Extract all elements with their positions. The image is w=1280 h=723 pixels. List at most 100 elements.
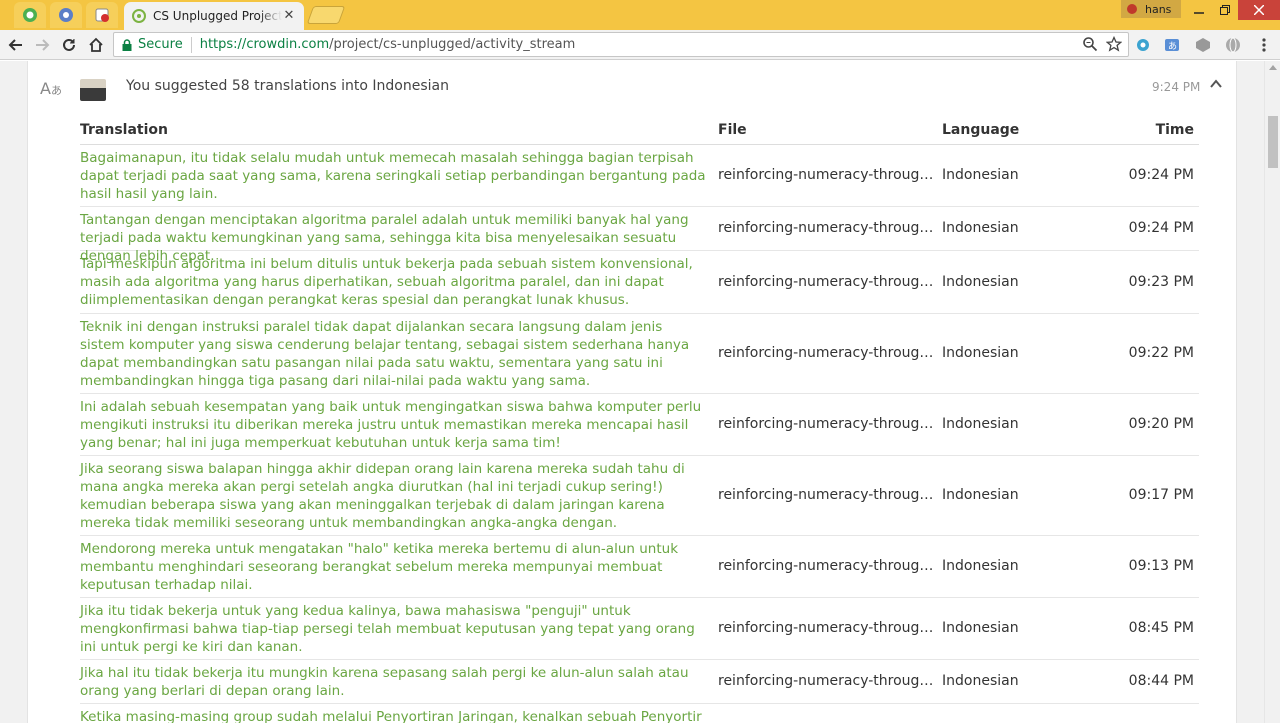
time-value: 09:22 PM <box>1128 345 1194 361</box>
profile-name: hans <box>1145 2 1172 16</box>
browser-toolbar: Secure https:// crowdin.com /project/cs-… <box>0 30 1280 60</box>
lock-icon <box>122 38 132 51</box>
translation-link[interactable]: Teknik ini dengan instruksi paralel tida… <box>80 318 710 390</box>
language-value: Indonesian <box>942 274 1019 290</box>
svg-text:あ: あ <box>1168 41 1177 52</box>
time-value: 08:45 PM <box>1128 620 1194 636</box>
pinned-tab-1[interactable] <box>14 2 46 28</box>
arrow-right-icon <box>36 39 50 51</box>
profile-icon <box>1127 4 1137 14</box>
file-name[interactable]: reinforcing-numeracy-through-a... <box>718 620 936 636</box>
language-value: Indonesian <box>942 487 1019 503</box>
pinned-tab-2[interactable] <box>50 2 82 28</box>
translation-link[interactable]: Jika hal itu tidak bekerja itu mungkin k… <box>80 664 710 700</box>
extension-gear-icon[interactable] <box>1135 37 1151 53</box>
table-row[interactable]: Jika seorang siswa balapan hingga akhir … <box>80 456 1199 536</box>
page-viewport: Aあ You suggested 58 translations into In… <box>0 61 1264 723</box>
table-row[interactable]: Mendorong mereka untuk mengatakan "halo"… <box>80 536 1199 598</box>
app-icon <box>59 8 73 22</box>
header-file: File <box>718 122 747 138</box>
url-scheme: https:// <box>199 37 247 52</box>
restore-button[interactable] <box>1212 0 1238 20</box>
table-row[interactable]: Bagaimanapun, itu tidak selalu mudah unt… <box>80 145 1199 207</box>
table-row[interactable]: Jika hal itu tidak bekerja itu mungkin k… <box>80 660 1199 704</box>
home-button[interactable] <box>85 34 107 56</box>
table-row[interactable]: Teknik ini dengan instruksi paralel tida… <box>80 314 1199 394</box>
restore-icon <box>1220 5 1230 15</box>
file-name[interactable]: reinforcing-numeracy-through-a... <box>718 673 936 689</box>
table-row[interactable]: Tapi meskipun algoritma ini belum dituli… <box>80 251 1199 314</box>
language-value: Indonesian <box>942 345 1019 361</box>
language-value: Indonesian <box>942 673 1019 689</box>
minimize-icon <box>1194 12 1204 14</box>
file-name[interactable]: reinforcing-numeracy-through-a... <box>718 345 936 361</box>
close-tab-icon[interactable]: ✕ <box>282 9 296 23</box>
app-icon <box>95 8 109 22</box>
reload-button[interactable] <box>58 34 80 56</box>
new-tab-button[interactable] <box>306 6 346 24</box>
header-time: Time <box>1155 122 1194 138</box>
table-row[interactable]: Jika itu tidak bekerja untuk yang kedua … <box>80 598 1199 660</box>
minimize-button[interactable] <box>1186 0 1212 20</box>
file-name[interactable]: reinforcing-numeracy-through-a... <box>718 220 936 236</box>
crowdin-favicon <box>132 9 146 23</box>
window-close-button[interactable] <box>1238 0 1280 20</box>
translation-link[interactable]: Tapi meskipun algoritma ini belum dituli… <box>80 255 710 309</box>
avatar[interactable] <box>80 79 106 101</box>
zoom-icon[interactable] <box>1082 36 1098 52</box>
translation-link[interactable]: Ketika masing-masing group sudah melalui… <box>80 708 710 723</box>
file-name[interactable]: reinforcing-numeracy-through-a... <box>718 558 936 574</box>
activity-time: 9:24 PM <box>1152 80 1201 94</box>
reload-icon <box>63 38 75 51</box>
table-row[interactable]: Tantangan dengan menciptakan algoritma p… <box>80 207 1199 264</box>
star-icon[interactable] <box>1106 36 1122 52</box>
language-value: Indonesian <box>942 620 1019 636</box>
secure-label: Secure <box>138 37 183 52</box>
table-body: Bagaimanapun, itu tidak selalu mudah unt… <box>80 145 1199 723</box>
header-language: Language <box>942 122 1020 138</box>
time-value: 08:44 PM <box>1128 673 1194 689</box>
translation-link[interactable]: Jika itu tidak bekerja untuk yang kedua … <box>80 602 710 656</box>
table-row[interactable]: Ketika masing-masing group sudah melalui… <box>80 704 1199 723</box>
file-name[interactable]: reinforcing-numeracy-through-a... <box>718 487 936 503</box>
table-row[interactable]: Ini adalah sebuah kesempatan yang baik u… <box>80 394 1199 456</box>
header-translation: Translation <box>80 122 168 138</box>
translate-icon: Aあ <box>40 79 62 98</box>
scrollbar-thumb[interactable] <box>1268 116 1278 168</box>
address-bar[interactable]: Secure https:// crowdin.com /project/cs-… <box>113 32 1129 57</box>
app-icon <box>23 8 37 22</box>
file-name[interactable]: reinforcing-numeracy-through-a... <box>718 274 936 290</box>
scroll-up-icon[interactable] <box>1269 65 1277 70</box>
time-value: 09:23 PM <box>1128 274 1194 290</box>
profile-chip[interactable]: hans <box>1121 0 1181 18</box>
translation-link[interactable]: Mendorong mereka untuk mengatakan "halo"… <box>80 540 710 594</box>
language-value: Indonesian <box>942 167 1019 183</box>
forward-button[interactable] <box>31 34 53 56</box>
language-value: Indonesian <box>942 558 1019 574</box>
pinned-tab-3[interactable] <box>86 2 118 28</box>
time-value: 09:24 PM <box>1128 167 1194 183</box>
url-host: crowdin.com <box>246 37 330 52</box>
menu-kebab-icon[interactable] <box>1256 37 1272 53</box>
file-name[interactable]: reinforcing-numeracy-through-a... <box>718 416 936 432</box>
tab-title: CS Unplugged Project Activity Stream <box>153 9 282 23</box>
extension-translate-icon[interactable]: あ <box>1164 37 1180 53</box>
divider <box>190 36 192 53</box>
back-button[interactable] <box>5 34 27 56</box>
language-value: Indonesian <box>942 220 1019 236</box>
chevron-up-icon[interactable] <box>1209 77 1223 91</box>
time-value: 09:24 PM <box>1128 220 1194 236</box>
time-value: 09:20 PM <box>1128 416 1194 432</box>
translation-link[interactable]: Ini adalah sebuah kesempatan yang baik u… <box>80 398 710 452</box>
vertical-scrollbar[interactable] <box>1264 61 1280 723</box>
translation-link[interactable]: Jika seorang siswa balapan hingga akhir … <box>80 460 710 532</box>
close-icon <box>1254 5 1264 15</box>
extension-cube-icon[interactable] <box>1195 37 1211 53</box>
tab-active[interactable]: CS Unplugged Project Activity Stream ✕ <box>124 2 304 30</box>
extension-globe-icon[interactable] <box>1225 37 1241 53</box>
window-titlebar: CS Unplugged Project Activity Stream ✕ h… <box>0 0 1280 30</box>
arrow-left-icon <box>8 39 22 51</box>
activity-summary: You suggested 58 translations into Indon… <box>126 78 449 94</box>
translation-link[interactable]: Bagaimanapun, itu tidak selalu mudah unt… <box>80 149 710 203</box>
file-name[interactable]: reinforcing-numeracy-through-a... <box>718 167 936 183</box>
